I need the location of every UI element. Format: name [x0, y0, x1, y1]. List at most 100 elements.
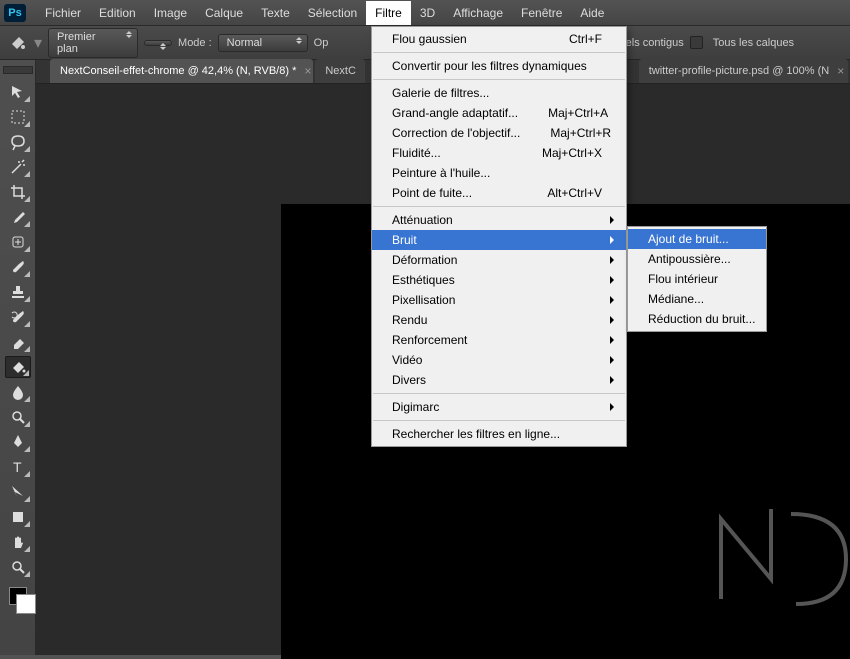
- menu-shortcut: Maj+Ctrl+R: [550, 126, 611, 140]
- menu-item-label: Atténuation: [392, 213, 453, 227]
- zoom-tool[interactable]: [5, 556, 31, 578]
- menu-item[interactable]: Esthétiques: [372, 270, 626, 290]
- menu-item-label: Rendu: [392, 313, 427, 327]
- color-swatch[interactable]: [9, 587, 27, 605]
- tab-close-icon[interactable]: ×: [837, 64, 844, 78]
- submenu-item[interactable]: Antipoussière...: [628, 249, 766, 269]
- menu-item-label: Galerie de filtres...: [392, 86, 489, 100]
- menu-item-label: Digimarc: [392, 400, 439, 414]
- shape-tool[interactable]: [5, 506, 31, 528]
- menu-aide[interactable]: Aide: [571, 1, 613, 25]
- history-brush-tool[interactable]: [5, 306, 31, 328]
- menu-item[interactable]: Convertir pour les filtres dynamiques: [372, 56, 626, 76]
- path-tool[interactable]: [5, 481, 31, 503]
- eyedropper-tool[interactable]: [5, 206, 31, 228]
- menu-item-label: Correction de l'objectif...: [392, 126, 520, 140]
- tab-close-icon[interactable]: ×: [364, 64, 365, 78]
- submenu-arrow-icon: [610, 356, 618, 364]
- menu-item[interactable]: Bruit: [372, 230, 626, 250]
- submenu-item[interactable]: Réduction du bruit...: [628, 309, 766, 329]
- menu-item[interactable]: Atténuation: [372, 210, 626, 230]
- mode-select[interactable]: Normal: [218, 34, 308, 52]
- document-tab[interactable]: NextConseil-effet-chrome @ 42,4% (N, RVB…: [50, 59, 313, 83]
- menu-calque[interactable]: Calque: [196, 1, 252, 25]
- heal-tool[interactable]: [5, 231, 31, 253]
- document-tab[interactable]: NextC ×: [315, 59, 365, 83]
- menu-item[interactable]: Déformation: [372, 250, 626, 270]
- svg-text:T: T: [13, 459, 22, 475]
- menu-affichage[interactable]: Affichage: [444, 1, 512, 25]
- menu-shortcut: Maj+Ctrl+X: [542, 146, 602, 160]
- foreground-select[interactable]: Premier plan: [48, 28, 138, 58]
- menu-item[interactable]: Renforcement: [372, 330, 626, 350]
- menu-item-label: Divers: [392, 373, 426, 387]
- menu-edition[interactable]: Edition: [90, 1, 145, 25]
- bruit-submenu: Ajout de bruit... Antipoussière... Flou in…: [627, 226, 767, 332]
- submenu-item[interactable]: Flou intérieur: [628, 269, 766, 289]
- submenu-item-label: Réduction du bruit...: [648, 312, 755, 326]
- submenu-arrow-icon: [610, 236, 618, 244]
- bucket-tool[interactable]: [5, 356, 31, 378]
- submenu-arrow-icon: [610, 216, 618, 224]
- submenu-item-label: Flou intérieur: [648, 272, 718, 286]
- marquee-tool[interactable]: [5, 106, 31, 128]
- menu-shortcut: Ctrl+F: [569, 32, 602, 46]
- menu-shortcut: Alt+Ctrl+V: [547, 186, 602, 200]
- wand-tool[interactable]: [5, 156, 31, 178]
- menu-item[interactable]: Rendu: [372, 310, 626, 330]
- crop-tool[interactable]: [5, 181, 31, 203]
- blur-tool[interactable]: [5, 381, 31, 403]
- submenu-item-label: Antipoussière...: [648, 252, 731, 266]
- hand-tool[interactable]: [5, 531, 31, 553]
- menu-item[interactable]: Digimarc: [372, 397, 626, 417]
- menu-item-label: Renforcement: [392, 333, 467, 347]
- menu-item[interactable]: Rechercher les filtres en ligne...: [372, 424, 626, 444]
- dodge-tool[interactable]: [5, 406, 31, 428]
- menu-image[interactable]: Image: [145, 1, 196, 25]
- menu-item[interactable]: Pixellisation: [372, 290, 626, 310]
- type-tool[interactable]: T: [5, 456, 31, 478]
- lasso-tool[interactable]: [5, 131, 31, 153]
- menu-item[interactable]: Point de fuite... Alt+Ctrl+V: [372, 183, 626, 203]
- submenu-item[interactable]: Médiane...: [628, 289, 766, 309]
- menu-item[interactable]: Grand-angle adaptatif...Maj+Ctrl+A: [372, 103, 626, 123]
- menu-item[interactable]: Flou gaussien Ctrl+F: [372, 29, 626, 49]
- menu-fichier[interactable]: Fichier: [36, 1, 90, 25]
- menu-item-label: Fluidité...: [392, 146, 441, 160]
- menu-sélection[interactable]: Sélection: [299, 1, 366, 25]
- tab-label: NextC: [325, 65, 356, 77]
- menu-item[interactable]: Vidéo: [372, 350, 626, 370]
- move-tool[interactable]: [5, 81, 31, 103]
- menu-item[interactable]: Peinture à l'huile...: [372, 163, 626, 183]
- menu-shortcut: Maj+Ctrl+A: [548, 106, 608, 120]
- menu-item-label: Point de fuite...: [392, 186, 472, 200]
- menu-item[interactable]: Fluidité... Maj+Ctrl+X: [372, 143, 626, 163]
- submenu-item[interactable]: Ajout de bruit...: [628, 229, 766, 249]
- submenu-arrow-icon: [610, 376, 618, 384]
- menu-item-label: Flou gaussien: [392, 32, 467, 46]
- menu-3d[interactable]: 3D: [411, 1, 444, 25]
- menu-item-label: Esthétiques: [392, 273, 455, 287]
- menu-item-label: Bruit: [392, 233, 417, 247]
- tab-close-icon[interactable]: ×: [304, 64, 311, 78]
- tab-label: NextConseil-effet-chrome @ 42,4% (N, RVB…: [60, 65, 296, 77]
- mode-label: Mode :: [178, 37, 212, 49]
- bucket-options-icon: [8, 33, 28, 53]
- menu-item[interactable]: Galerie de filtres...: [372, 83, 626, 103]
- menu-item-label: Pixellisation: [392, 293, 455, 307]
- stamp-tool[interactable]: [5, 281, 31, 303]
- menu-texte[interactable]: Texte: [252, 1, 299, 25]
- menu-filtre[interactable]: Filtre: [366, 1, 411, 25]
- pen-tool[interactable]: [5, 431, 31, 453]
- eraser-tool[interactable]: [5, 331, 31, 353]
- submenu-item-label: Médiane...: [648, 292, 704, 306]
- menu-item[interactable]: Correction de l'objectif... Maj+Ctrl+R: [372, 123, 626, 143]
- canvas-content-logo: [711, 499, 850, 609]
- menu-item[interactable]: Divers: [372, 370, 626, 390]
- toolbar-collapse-icon[interactable]: [3, 66, 33, 74]
- brush-tool[interactable]: [5, 256, 31, 278]
- pattern-select[interactable]: [144, 40, 172, 46]
- document-tab[interactable]: twitter-profile-picture.psd @ 100% (N×: [639, 59, 848, 83]
- all-layers-checkbox[interactable]: [690, 36, 703, 49]
- menu-fenêtre[interactable]: Fenêtre: [512, 1, 571, 25]
